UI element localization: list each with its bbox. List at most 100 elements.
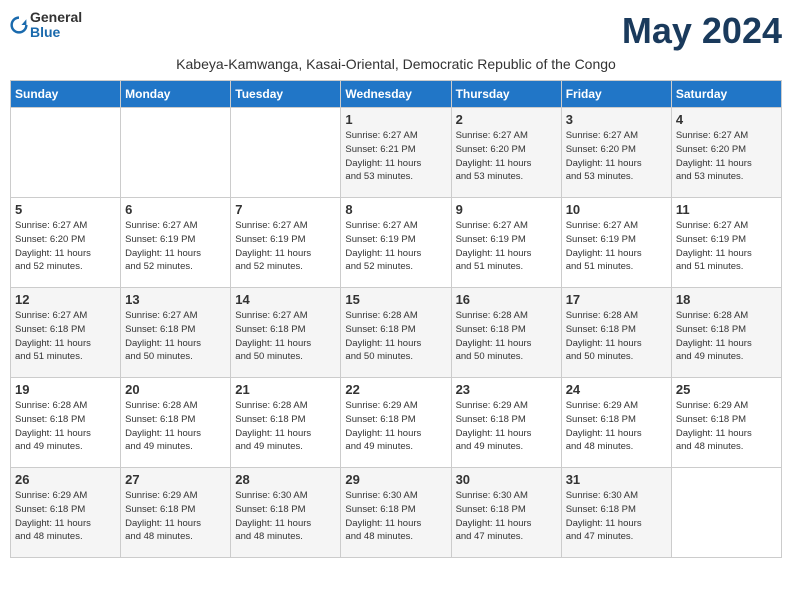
day-info: Sunrise: 6:30 AM Sunset: 6:18 PM Dayligh…	[566, 489, 667, 544]
day-info: Sunrise: 6:28 AM Sunset: 6:18 PM Dayligh…	[456, 309, 557, 364]
day-info: Sunrise: 6:27 AM Sunset: 6:19 PM Dayligh…	[676, 219, 777, 274]
day-info: Sunrise: 6:27 AM Sunset: 6:19 PM Dayligh…	[235, 219, 336, 274]
week-row-5: 26 Sunrise: 6:29 AM Sunset: 6:18 PM Dayli…	[11, 468, 782, 558]
day-number: 8	[345, 202, 446, 217]
subtitle: Kabeya-Kamwanga, Kasai-Oriental, Democra…	[10, 56, 782, 72]
week-row-2: 5Sunrise: 6:27 AM Sunset: 6:20 PM Daylig…	[11, 198, 782, 288]
day-number: 6	[125, 202, 226, 217]
logo-blue: Blue	[30, 25, 82, 40]
day-cell: 9 Sunrise: 6:27 AM Sunset: 6:19 PM Daylig…	[451, 198, 561, 288]
day-cell: 3Sunrise: 6:27 AM Sunset: 6:20 PM Daylig…	[561, 108, 671, 198]
day-number: 23	[456, 382, 557, 397]
day-cell: 5Sunrise: 6:27 AM Sunset: 6:20 PM Daylig…	[11, 198, 121, 288]
day-info: Sunrise: 6:29 AM Sunset: 6:18 PM Dayligh…	[456, 399, 557, 454]
week-row-3: 12Sunrise: 6:27 AM Sunset: 6:18 PM Dayli…	[11, 288, 782, 378]
day-number: 7	[235, 202, 336, 217]
day-info: Sunrise: 6:29 AM Sunset: 6:18 PM Dayligh…	[15, 489, 116, 544]
day-cell: 24 Sunrise: 6:29 AM Sunset: 6:18 PM Dayli…	[561, 378, 671, 468]
logo-icon	[10, 16, 28, 34]
column-header-sunday: Sunday	[11, 81, 121, 108]
day-number: 26	[15, 472, 116, 487]
day-number: 24	[566, 382, 667, 397]
day-info: Sunrise: 6:28 AM Sunset: 6:18 PM Dayligh…	[676, 309, 777, 364]
day-info: Sunrise: 6:28 AM Sunset: 6:18 PM Dayligh…	[235, 399, 336, 454]
day-cell: 7 Sunrise: 6:27 AM Sunset: 6:19 PM Daylig…	[231, 198, 341, 288]
day-number: 22	[345, 382, 446, 397]
column-header-monday: Monday	[121, 81, 231, 108]
day-cell: 23 Sunrise: 6:29 AM Sunset: 6:18 PM Dayli…	[451, 378, 561, 468]
day-number: 2	[456, 112, 557, 127]
month-title: May 2024	[622, 10, 782, 52]
column-header-thursday: Thursday	[451, 81, 561, 108]
day-cell: 18Sunrise: 6:28 AM Sunset: 6:18 PM Dayli…	[671, 288, 781, 378]
calendar-table: SundayMondayTuesdayWednesdayThursdayFrid…	[10, 80, 782, 558]
day-number: 10	[566, 202, 667, 217]
column-header-friday: Friday	[561, 81, 671, 108]
day-cell: 19 Sunrise: 6:28 AM Sunset: 6:18 PM Dayli…	[11, 378, 121, 468]
day-cell	[11, 108, 121, 198]
day-info: Sunrise: 6:29 AM Sunset: 6:18 PM Dayligh…	[566, 399, 667, 454]
day-cell: 1 Sunrise: 6:27 AM Sunset: 6:21 PM Daylig…	[341, 108, 451, 198]
day-cell: 13Sunrise: 6:27 AM Sunset: 6:18 PM Dayli…	[121, 288, 231, 378]
day-info: Sunrise: 6:27 AM Sunset: 6:19 PM Dayligh…	[345, 219, 446, 274]
day-cell	[121, 108, 231, 198]
day-info: Sunrise: 6:27 AM Sunset: 6:18 PM Dayligh…	[15, 309, 116, 364]
day-number: 1	[345, 112, 446, 127]
column-header-tuesday: Tuesday	[231, 81, 341, 108]
day-cell: 17 Sunrise: 6:28 AM Sunset: 6:18 PM Dayli…	[561, 288, 671, 378]
day-cell	[671, 468, 781, 558]
column-header-wednesday: Wednesday	[341, 81, 451, 108]
day-number: 11	[676, 202, 777, 217]
day-cell: 29 Sunrise: 6:30 AM Sunset: 6:18 PM Dayli…	[341, 468, 451, 558]
day-info: Sunrise: 6:28 AM Sunset: 6:18 PM Dayligh…	[15, 399, 116, 454]
day-cell: 22 Sunrise: 6:29 AM Sunset: 6:18 PM Dayli…	[341, 378, 451, 468]
logo: General Blue	[10, 10, 82, 41]
logo-general: General	[30, 10, 82, 25]
day-number: 17	[566, 292, 667, 307]
day-info: Sunrise: 6:27 AM Sunset: 6:20 PM Dayligh…	[676, 129, 777, 184]
day-info: Sunrise: 6:27 AM Sunset: 6:20 PM Dayligh…	[15, 219, 116, 274]
day-info: Sunrise: 6:28 AM Sunset: 6:18 PM Dayligh…	[125, 399, 226, 454]
day-info: Sunrise: 6:30 AM Sunset: 6:18 PM Dayligh…	[345, 489, 446, 544]
day-cell: 30Sunrise: 6:30 AM Sunset: 6:18 PM Dayli…	[451, 468, 561, 558]
day-info: Sunrise: 6:27 AM Sunset: 6:20 PM Dayligh…	[566, 129, 667, 184]
day-info: Sunrise: 6:28 AM Sunset: 6:18 PM Dayligh…	[566, 309, 667, 364]
day-info: Sunrise: 6:27 AM Sunset: 6:18 PM Dayligh…	[235, 309, 336, 364]
day-number: 19	[15, 382, 116, 397]
day-cell: 2 Sunrise: 6:27 AM Sunset: 6:20 PM Daylig…	[451, 108, 561, 198]
column-header-saturday: Saturday	[671, 81, 781, 108]
header: General Blue May 2024	[10, 10, 782, 52]
day-cell: 16 Sunrise: 6:28 AM Sunset: 6:18 PM Dayli…	[451, 288, 561, 378]
day-number: 25	[676, 382, 777, 397]
day-cell: 10 Sunrise: 6:27 AM Sunset: 6:19 PM Dayli…	[561, 198, 671, 288]
day-cell	[231, 108, 341, 198]
day-number: 16	[456, 292, 557, 307]
day-number: 28	[235, 472, 336, 487]
day-info: Sunrise: 6:29 AM Sunset: 6:18 PM Dayligh…	[125, 489, 226, 544]
day-number: 21	[235, 382, 336, 397]
day-info: Sunrise: 6:29 AM Sunset: 6:18 PM Dayligh…	[345, 399, 446, 454]
day-cell: 15Sunrise: 6:28 AM Sunset: 6:18 PM Dayli…	[341, 288, 451, 378]
day-number: 14	[235, 292, 336, 307]
day-info: Sunrise: 6:27 AM Sunset: 6:21 PM Dayligh…	[345, 129, 446, 184]
day-number: 9	[456, 202, 557, 217]
day-number: 4	[676, 112, 777, 127]
day-cell: 31Sunrise: 6:30 AM Sunset: 6:18 PM Dayli…	[561, 468, 671, 558]
day-number: 13	[125, 292, 226, 307]
day-number: 27	[125, 472, 226, 487]
day-info: Sunrise: 6:27 AM Sunset: 6:20 PM Dayligh…	[456, 129, 557, 184]
day-info: Sunrise: 6:28 AM Sunset: 6:18 PM Dayligh…	[345, 309, 446, 364]
day-cell: 6Sunrise: 6:27 AM Sunset: 6:19 PM Daylig…	[121, 198, 231, 288]
day-cell: 12Sunrise: 6:27 AM Sunset: 6:18 PM Dayli…	[11, 288, 121, 378]
day-cell: 26 Sunrise: 6:29 AM Sunset: 6:18 PM Dayli…	[11, 468, 121, 558]
day-cell: 25Sunrise: 6:29 AM Sunset: 6:18 PM Dayli…	[671, 378, 781, 468]
day-cell: 8 Sunrise: 6:27 AM Sunset: 6:19 PM Daylig…	[341, 198, 451, 288]
week-row-4: 19 Sunrise: 6:28 AM Sunset: 6:18 PM Dayli…	[11, 378, 782, 468]
day-cell: 14 Sunrise: 6:27 AM Sunset: 6:18 PM Dayli…	[231, 288, 341, 378]
day-number: 29	[345, 472, 446, 487]
day-number: 20	[125, 382, 226, 397]
day-info: Sunrise: 6:27 AM Sunset: 6:19 PM Dayligh…	[456, 219, 557, 274]
day-info: Sunrise: 6:30 AM Sunset: 6:18 PM Dayligh…	[456, 489, 557, 544]
header-row: SundayMondayTuesdayWednesdayThursdayFrid…	[11, 81, 782, 108]
day-info: Sunrise: 6:27 AM Sunset: 6:19 PM Dayligh…	[566, 219, 667, 274]
